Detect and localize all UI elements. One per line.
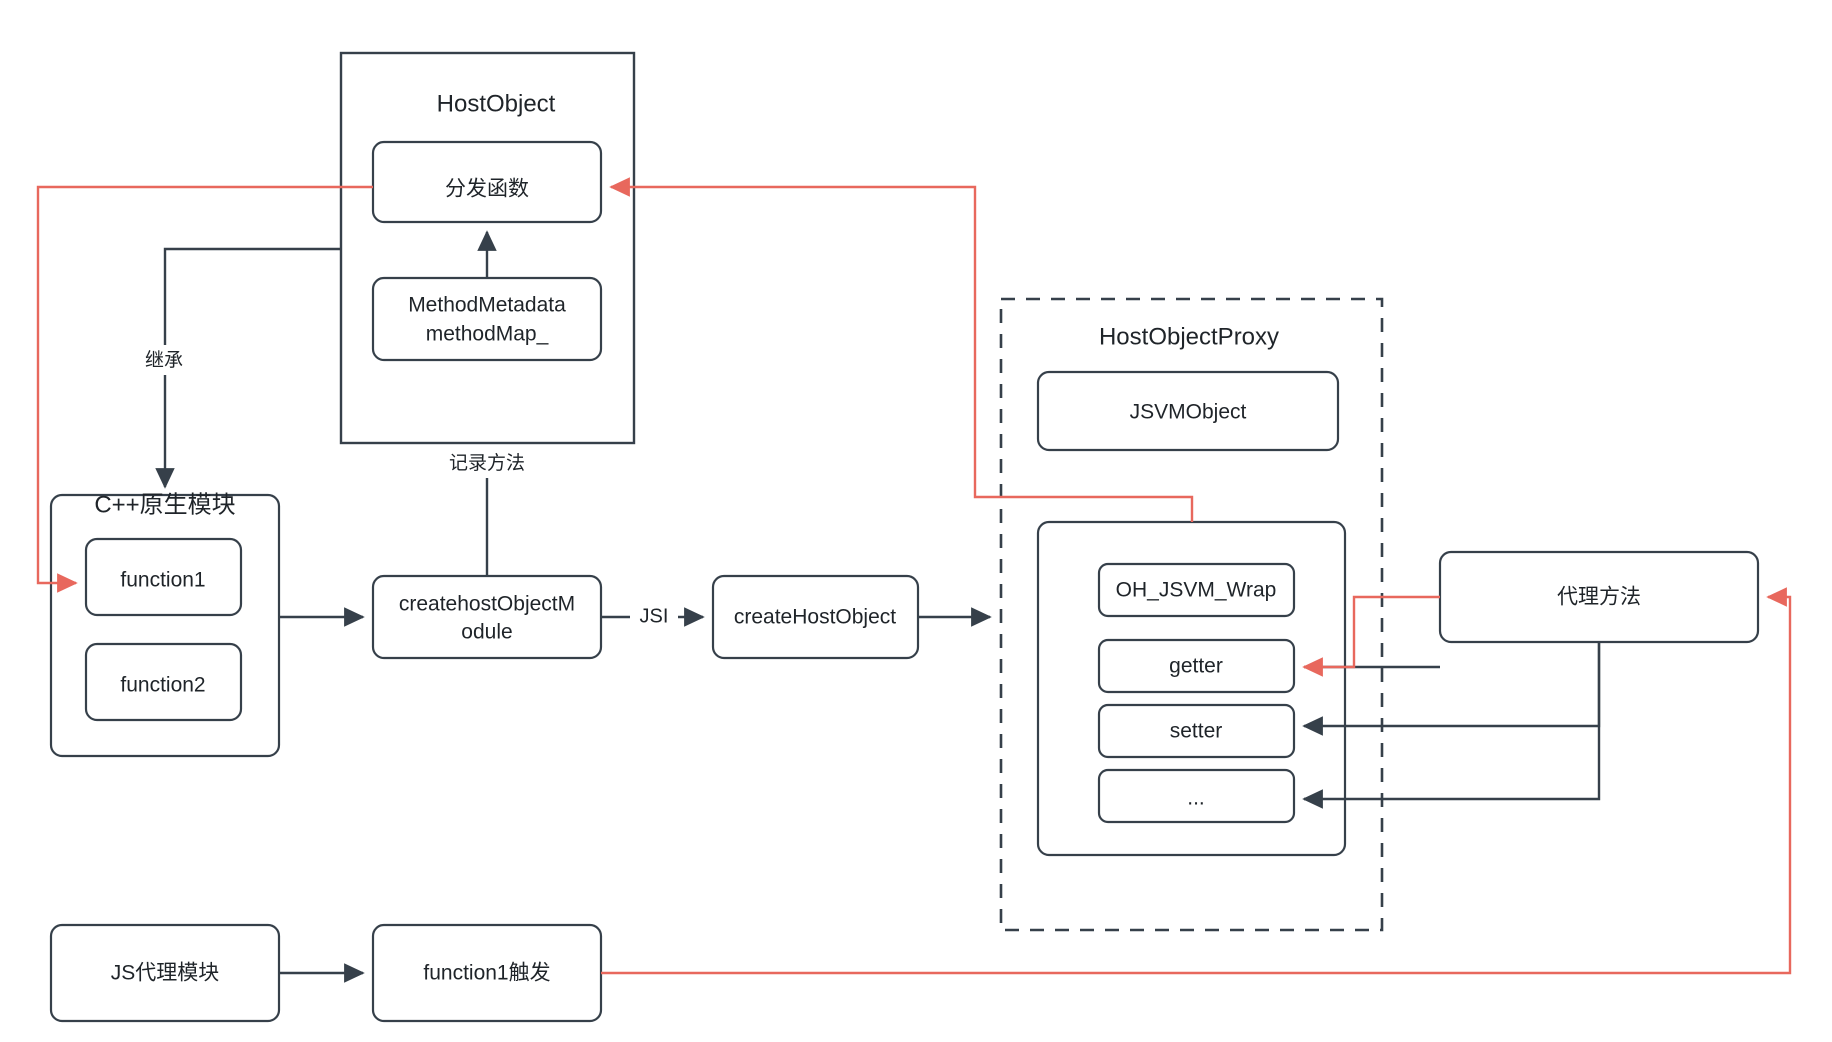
node-ellipsis-label: ...	[1187, 787, 1205, 810]
node-oh-jsvm-wrap[interactable]: OH_JSVM_Wrap	[1097, 562, 1296, 618]
edge-inherit-label: 继承	[145, 349, 183, 371]
group-host-object-proxy-label: HostObjectProxy	[1099, 323, 1279, 350]
node-setter-label: setter	[1170, 720, 1223, 743]
node-method-metadata-label-line2: methodMap_	[426, 323, 549, 346]
node-create-host-object-module[interactable]: createhostObjectM odule	[371, 574, 603, 660]
node-create-host-object-module-label-line1: createhostObjectM	[399, 593, 575, 616]
node-ellipsis[interactable]: ...	[1097, 768, 1296, 824]
node-create-host-object[interactable]: createHostObject	[711, 574, 920, 660]
node-create-host-object-module-box[interactable]	[371, 574, 603, 660]
node-function1-label: function1	[120, 569, 205, 592]
group-host-object-label: HostObject	[437, 90, 556, 117]
node-method-metadata[interactable]: MethodMetadata methodMap_	[371, 276, 603, 362]
group-cpp-native-module-label: C++原生模块	[94, 491, 235, 518]
node-dispatch-fn-label: 分发函数	[445, 178, 529, 201]
node-create-host-object-label: createHostObject	[734, 606, 896, 629]
edge-red-proxy-to-dispatch	[609, 177, 1194, 522]
edge-proxy-to-setter	[1302, 642, 1601, 736]
node-getter-label: getter	[1169, 655, 1223, 678]
node-jsvm-object[interactable]: JSVMObject	[1036, 370, 1340, 452]
edge-record-method-label: 记录方法	[449, 452, 525, 474]
node-function1-trigger[interactable]: function1触发	[371, 923, 603, 1023]
node-function2-label: function2	[120, 674, 205, 697]
node-dispatch-fn[interactable]: 分发函数	[371, 140, 603, 224]
node-function1[interactable]: function1	[84, 537, 243, 617]
node-method-metadata-label-line1: MethodMetadata	[408, 294, 566, 317]
node-function1-trigger-label: function1触发	[423, 962, 550, 985]
diagram-canvas: HostObject 分发函数 MethodMetadata methodMap…	[0, 0, 1832, 1042]
node-proxy-method-label: 代理方法	[1557, 586, 1641, 609]
edge-proxy-to-ellipsis-base	[1304, 642, 1601, 801]
node-function2[interactable]: function2	[84, 642, 243, 722]
node-setter[interactable]: setter	[1097, 703, 1296, 759]
node-create-host-object-module-label-line2: odule	[461, 621, 512, 644]
edge-jsi-label: JSI	[640, 605, 669, 627]
node-oh-jsvm-wrap-label: OH_JSVM_Wrap	[1116, 579, 1277, 602]
node-getter[interactable]: getter	[1097, 638, 1296, 694]
node-proxy-method[interactable]: 代理方法	[1438, 550, 1760, 644]
diagram-svg: HostObject 分发函数 MethodMetadata methodMap…	[36, 51, 1792, 1023]
node-js-proxy-module-label: JS代理模块	[111, 962, 220, 985]
node-jsvm-object-label: JSVMObject	[1130, 401, 1247, 424]
node-js-proxy-module[interactable]: JS代理模块	[49, 923, 281, 1023]
node-method-metadata-box[interactable]	[371, 276, 603, 362]
